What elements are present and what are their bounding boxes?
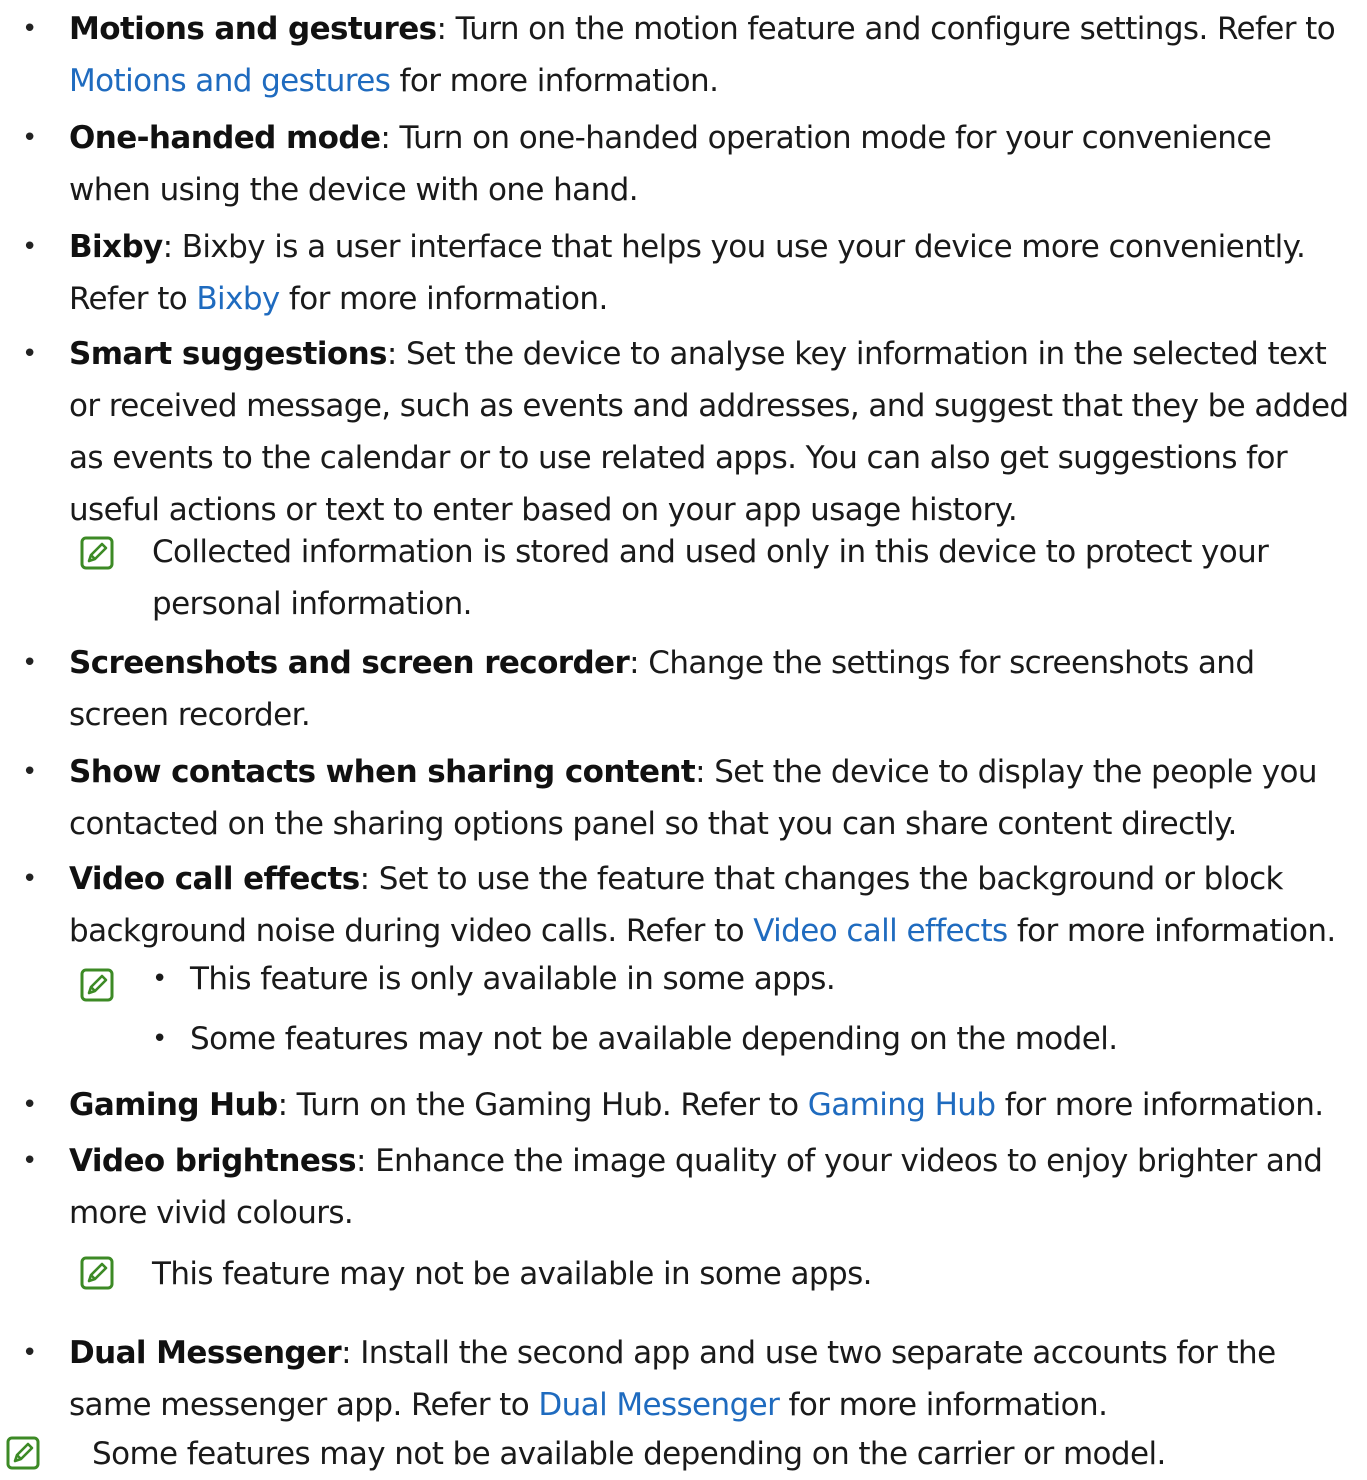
term: Dual Messenger <box>69 1335 342 1371</box>
note-text: Some features may not be available depen… <box>190 1021 1118 1057</box>
note-sub-item: • Some features may not be available dep… <box>152 1013 1342 1065</box>
link-dual-messenger[interactable]: Dual Messenger <box>538 1387 780 1423</box>
list-item-text: Gaming Hub: Turn on the Gaming Hub. Refe… <box>69 1079 1357 1131</box>
term: Motions and gestures <box>69 11 437 47</box>
description-suffix: for more information. <box>779 1387 1108 1423</box>
list-item-text: Video brightness: Enhance the image qual… <box>69 1135 1357 1239</box>
note-pencil-icon <box>80 536 114 570</box>
note-text: Collected information is stored and used… <box>152 534 1269 622</box>
description: : Turn on the motion feature and configu… <box>436 11 1336 47</box>
bullet: • <box>22 339 37 369</box>
list-item-text: Video call effects: Set to use the featu… <box>69 853 1357 957</box>
term: Smart suggestions <box>69 336 387 372</box>
term: Gaming Hub <box>69 1087 278 1123</box>
document-page: • Motions and gestures: Turn on the moti… <box>0 0 1367 1479</box>
list-item-show-contacts: • Show contacts when sharing content: Se… <box>22 746 1357 850</box>
link-gaming-hub[interactable]: Gaming Hub <box>808 1087 996 1123</box>
note-video-brightness: This feature may not be available in som… <box>80 1248 1340 1300</box>
list-item-text: Smart suggestions: Set the device to ana… <box>69 328 1357 536</box>
list-item-one-handed-mode: • One-handed mode: Turn on one-handed op… <box>22 112 1357 216</box>
bullet: • <box>22 757 37 787</box>
list-item-text: Dual Messenger: Install the second app a… <box>69 1327 1357 1431</box>
bullet: • <box>22 123 37 153</box>
note-text: Some features may not be available depen… <box>92 1436 1166 1472</box>
description-suffix: for more information. <box>1007 913 1336 949</box>
bullet: • <box>22 1338 37 1368</box>
list-item-screenshots-and-screen-recorder: • Screenshots and screen recorder: Chang… <box>22 637 1357 741</box>
list-item-text: Bixby: Bixby is a user interface that he… <box>69 221 1357 325</box>
list-item-text: Show contacts when sharing content: Set … <box>69 746 1357 850</box>
description-suffix: for more information. <box>390 63 719 99</box>
term: Video brightness <box>69 1143 357 1179</box>
link-bixby[interactable]: Bixby <box>196 281 280 317</box>
list-item-video-call-effects: • Video call effects: Set to use the fea… <box>22 853 1357 957</box>
bullet: • <box>22 864 37 894</box>
list-item-smart-suggestions: • Smart suggestions: Set the device to a… <box>22 328 1357 536</box>
note-pencil-icon <box>80 1256 114 1290</box>
note-smart-suggestions: Collected information is stored and used… <box>80 526 1340 630</box>
term: Video call effects <box>69 861 360 897</box>
bullet: • <box>152 1024 167 1054</box>
note-text: This feature may not be available in som… <box>152 1256 872 1292</box>
list-item-gaming-hub: • Gaming Hub: Turn on the Gaming Hub. Re… <box>22 1079 1357 1131</box>
description-suffix: for more information. <box>279 281 608 317</box>
note-pencil-icon <box>80 968 114 1002</box>
term: One-handed mode <box>69 120 381 156</box>
term: Screenshots and screen recorder <box>69 645 630 681</box>
bullet: • <box>22 232 37 262</box>
note-pencil-icon <box>6 1436 40 1470</box>
bullet: • <box>22 14 37 44</box>
list-item-text: Screenshots and screen recorder: Change … <box>69 637 1357 741</box>
list-item-bixby: • Bixby: Bixby is a user interface that … <box>22 221 1357 325</box>
description-suffix: for more information. <box>995 1087 1324 1123</box>
bullet: • <box>22 648 37 678</box>
list-item-dual-messenger: • Dual Messenger: Install the second app… <box>22 1327 1357 1431</box>
list-item-motions-and-gestures: • Motions and gestures: Turn on the moti… <box>22 3 1357 107</box>
note-text: This feature is only available in some a… <box>190 961 836 997</box>
link-video-call-effects[interactable]: Video call effects <box>753 913 1008 949</box>
bullet: • <box>22 1090 37 1120</box>
list-item-video-brightness: • Video brightness: Enhance the image qu… <box>22 1135 1357 1239</box>
bullet: • <box>22 1146 37 1176</box>
term: Show contacts when sharing content <box>69 754 696 790</box>
note-footer: Some features may not be available depen… <box>6 1428 1356 1480</box>
note-sub-item: • This feature is only available in some… <box>152 953 1342 1005</box>
list-item-text: Motions and gestures: Turn on the motion… <box>69 3 1357 107</box>
list-item-text: One-handed mode: Turn on one-handed oper… <box>69 112 1357 216</box>
description: : Turn on the Gaming Hub. Refer to <box>277 1087 808 1123</box>
bullet: • <box>152 964 167 994</box>
link-motions-and-gestures[interactable]: Motions and gestures <box>69 63 391 99</box>
term: Bixby <box>69 229 163 265</box>
